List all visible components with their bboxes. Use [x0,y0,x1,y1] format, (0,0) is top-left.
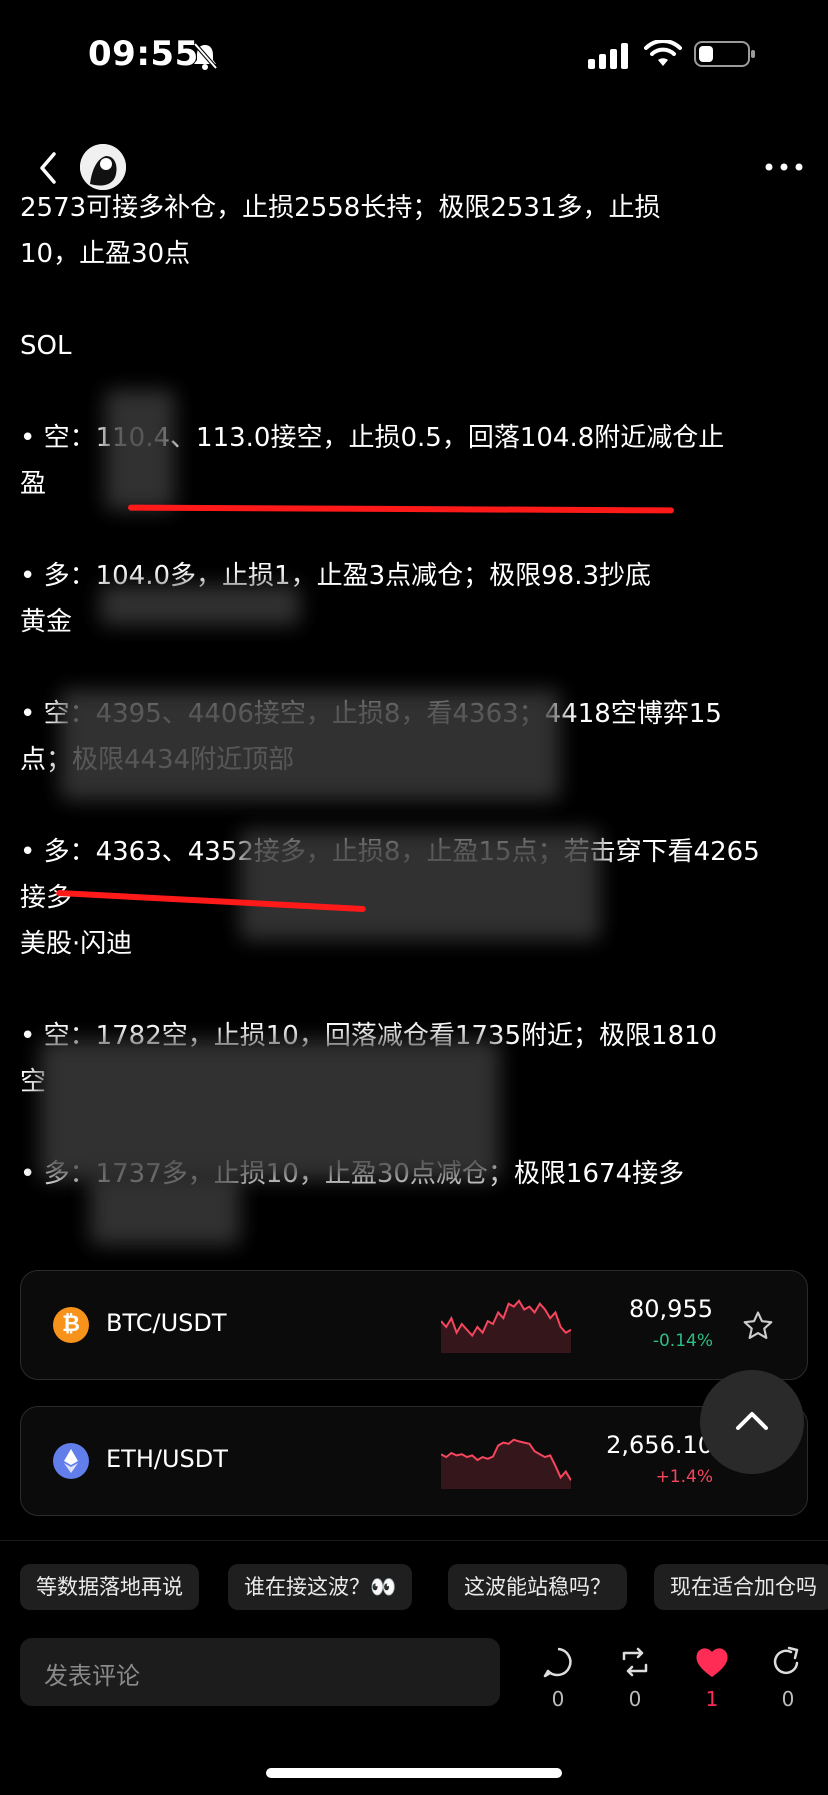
post-line: SOL [20,331,72,361]
battery-icon [694,41,755,67]
censor-blur [90,1175,240,1245]
post-line: 10，止盈30点 [20,239,191,269]
ticker-card-btc[interactable]: ₿ BTC/USDT 80,955 -0.14% [20,1270,808,1380]
share-count: 0 [781,1687,795,1711]
censor-blur [60,690,560,800]
author-avatar[interactable] [80,144,126,190]
heart-icon [696,1648,728,1677]
repost-button[interactable]: 0 [611,1645,659,1711]
status-bar: 09:55 [0,0,828,110]
ticker-change: -0.14% [652,1331,713,1351]
censor-blur [40,1040,500,1180]
censor-blur [240,830,600,940]
status-time: 09:55 [88,34,199,74]
comment-button[interactable]: 0 [534,1645,582,1711]
post-blank-line [20,967,810,1013]
post-line: 2573可接多补仓，止损2558长持；极限2531多，止损 [20,193,661,223]
chevron-up-icon [736,1412,768,1430]
more-options-icon[interactable] [764,162,804,172]
comment-icon [543,1647,572,1678]
sparkline-area [441,1439,571,1489]
star-icon[interactable] [741,1309,775,1343]
quick-reply-chip[interactable]: 现在适合加仓吗 [654,1564,828,1610]
censor-blur [105,390,175,510]
censor-blur [100,585,300,625]
share-button[interactable]: 0 [764,1645,812,1711]
wifi-icon [644,40,682,66]
repost-count: 0 [628,1687,642,1711]
divider [0,1540,828,1541]
ticker-card-eth[interactable]: ETH/USDT 2,656.10 +1.4% [20,1406,808,1516]
quick-reply-chip[interactable]: 等数据落地再说 [20,1564,199,1610]
sparkline-chart [441,1299,571,1353]
silent-bell-icon [193,42,218,70]
ticker-pair: ETH/USDT [106,1445,228,1473]
post-blank-line [20,277,810,323]
bitcoin-icon: ₿ [53,1307,89,1343]
signal-icon [588,43,628,69]
quick-reply-chip[interactable]: 谁在接这波？👀 [228,1564,413,1610]
post-blank-line [20,645,810,691]
like-count: 1 [705,1687,719,1711]
quick-reply-bar: 等数据落地再说 谁在接这波？👀 这波能站稳吗？ 现在适合加仓吗 [20,1564,828,1610]
share-icon [773,1646,799,1675]
back-arrow-icon[interactable] [36,150,60,186]
comment-input[interactable]: 发表评论 [20,1638,500,1706]
ticker-pair: BTC/USDT [106,1309,227,1337]
quick-reply-chip[interactable]: 这波能站稳吗？ [448,1564,627,1610]
sparkline-chart [441,1438,571,1489]
comment-placeholder: 发表评论 [44,1662,140,1690]
like-button[interactable]: 1 [688,1645,736,1711]
comment-count: 0 [551,1687,565,1711]
scroll-top-button[interactable] [700,1370,804,1474]
home-indicator [266,1768,562,1778]
ethereum-icon [53,1443,89,1479]
repost-icon [622,1647,648,1677]
post-blank-line [20,507,810,553]
ticker-price: 2,656.10 [606,1431,713,1459]
ticker-price: 80,955 [629,1295,713,1323]
